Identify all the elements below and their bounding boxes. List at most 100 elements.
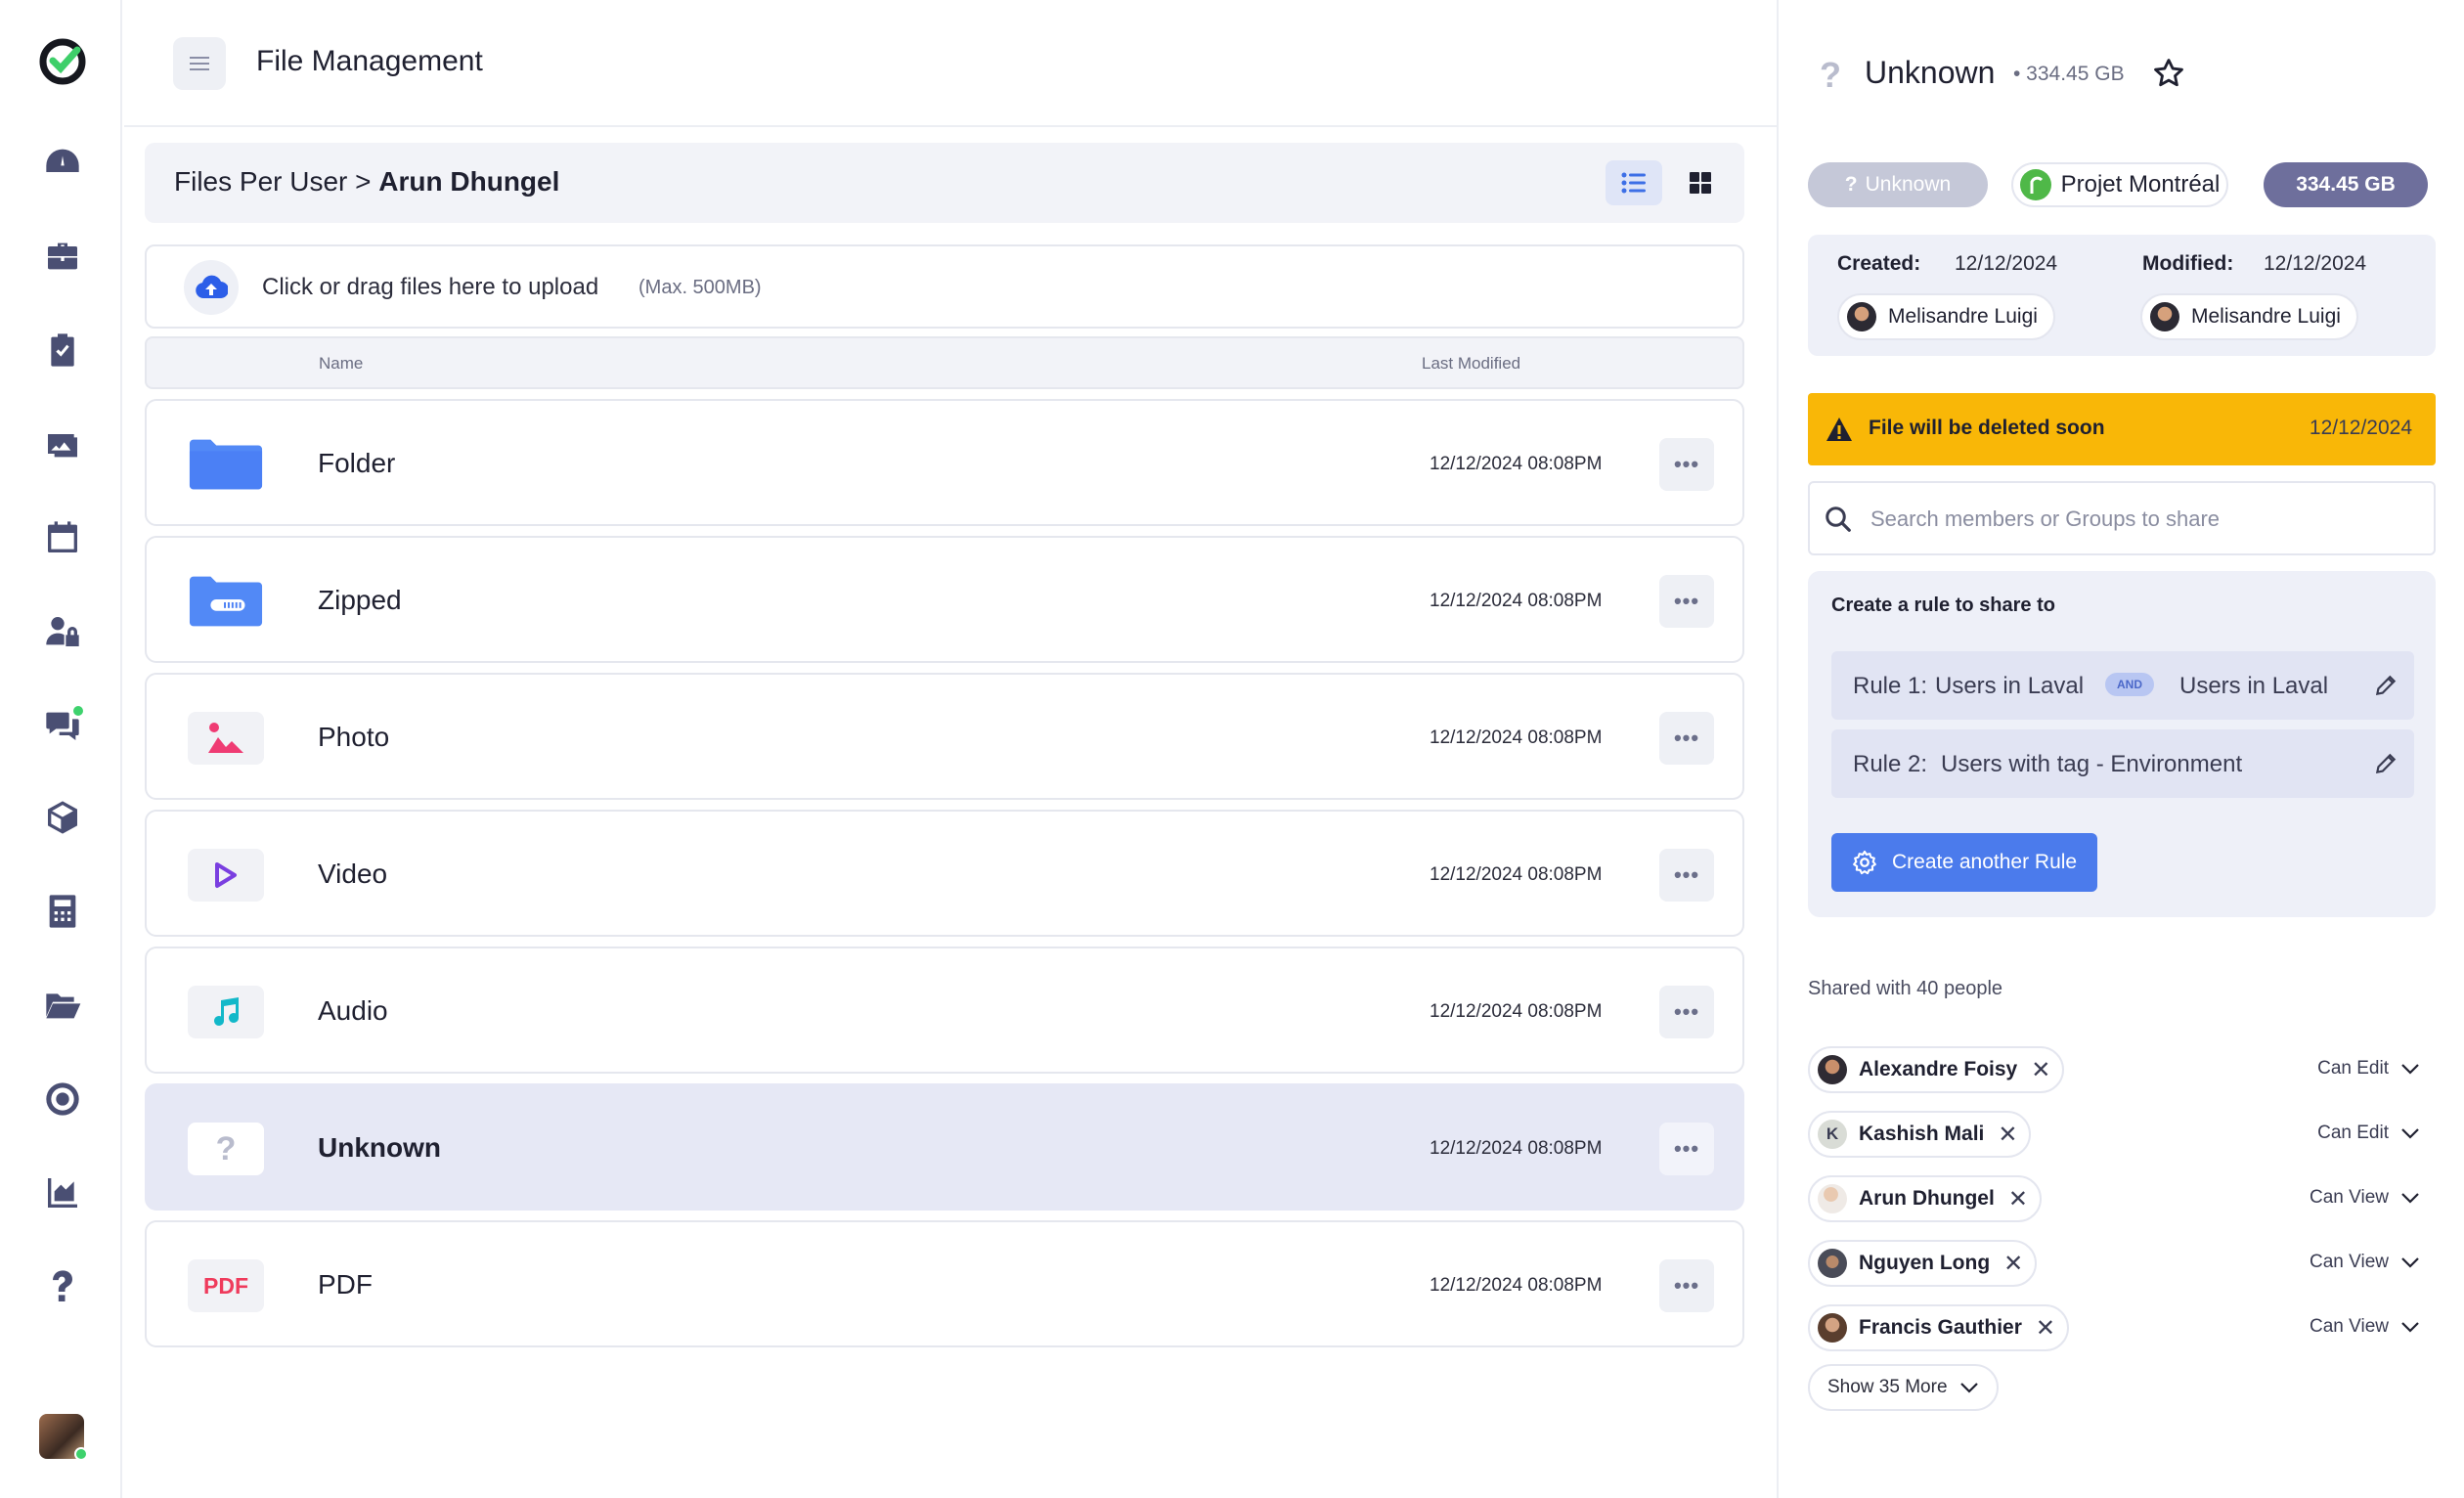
permission-dropdown[interactable]: Can View [2310,1252,2420,1273]
briefcase-icon[interactable] [39,233,86,280]
box-icon[interactable] [39,794,86,841]
details-size: • 334.45 GB [2013,63,2125,85]
remove-icon[interactable]: ✕ [1998,1121,2017,1149]
file-row[interactable]: Video 12/12/2024 08:08PM ••• [145,810,1744,937]
pencil-icon[interactable] [2373,673,2398,698]
permission-dropdown[interactable]: Can Edit [2317,1123,2420,1144]
remove-icon[interactable]: ✕ [2036,1314,2055,1343]
avatar [1818,1313,1847,1343]
column-name-header[interactable]: Name [319,354,363,374]
clipboard-check-icon[interactable] [39,327,86,374]
user-lock-icon[interactable] [39,608,86,655]
permission-dropdown[interactable]: Can View [2310,1187,2420,1209]
avatar-initial: K [1818,1120,1847,1149]
shared-member-row: Nguyen Long ✕ Can View [1808,1240,2436,1287]
gallery-icon[interactable] [39,420,86,467]
member-chip[interactable]: Nguyen Long ✕ [1808,1240,2038,1287]
more-options-button[interactable]: ••• [1659,986,1714,1038]
deletion-warning-banner: File will be deleted soon 12/12/2024 [1808,393,2436,465]
more-options-button[interactable]: ••• [1659,1259,1714,1312]
file-row[interactable]: Zipped 12/12/2024 08:08PM ••• [145,536,1744,663]
file-modified-date: 12/12/2024 08:08PM [1430,1275,1603,1296]
breadcrumb: Files Per User > Arun Dhungel [145,143,1744,223]
file-row[interactable]: Audio 12/12/2024 08:08PM ••• [145,947,1744,1074]
star-icon[interactable] [2152,57,2185,95]
chevron-down-icon [2401,1064,2419,1075]
chevron-down-icon [2401,1257,2419,1268]
target-icon[interactable] [39,1076,86,1123]
column-last-modified-header[interactable]: Last Modified [1422,354,1520,374]
file-name: PDF [318,1269,373,1300]
rule-row-2[interactable]: Rule 2: Users with tag - Environment [1831,729,2414,798]
image-icon [188,712,264,765]
rule-label: Rule 2: [1853,751,1928,777]
warning-text: File will be deleted soon [1869,417,2105,439]
created-date: 12/12/2024 [1955,252,2058,275]
file-modified-date: 12/12/2024 08:08PM [1430,864,1603,885]
remove-icon[interactable]: ✕ [2003,1250,2023,1278]
share-search-input[interactable]: Search members or Groups to share [1808,481,2436,555]
list-icon [1621,172,1646,194]
app-logo[interactable] [38,37,87,86]
more-options-button[interactable]: ••• [1659,1123,1714,1175]
upload-dropzone[interactable]: Click or drag files here to upload (Max.… [145,244,1744,329]
online-indicator [74,1447,88,1461]
chart-icon[interactable] [39,1169,86,1216]
project-chip[interactable]: Projet Montréal [2011,162,2228,207]
cloud-upload-icon [184,260,239,315]
rule-label: Rule 1: [1853,673,1928,699]
breadcrumb-parent[interactable]: Files Per User > [174,166,372,197]
folder-open-icon[interactable] [39,982,86,1029]
more-options-button[interactable]: ••• [1659,849,1714,902]
file-row-selected[interactable]: ? Unknown 12/12/2024 08:08PM ••• [145,1083,1744,1211]
rule-row-1[interactable]: Rule 1: Users in Laval AND Users in Lava… [1831,651,2414,720]
file-row[interactable]: Folder 12/12/2024 08:08PM ••• [145,399,1744,526]
more-options-button[interactable]: ••• [1659,712,1714,765]
calculator-icon[interactable] [39,888,86,935]
grid-icon [1690,172,1711,194]
pencil-icon[interactable] [2373,751,2398,776]
shared-count: Shared with 40 people [1808,978,2003,999]
project-logo-icon [2019,169,2051,200]
more-options-button[interactable]: ••• [1659,438,1714,491]
modified-date: 12/12/2024 [2264,252,2367,275]
top-header: File Management [124,0,1777,127]
created-by-chip[interactable]: Melisandre Luigi [1837,293,2055,340]
calendar-icon[interactable] [39,514,86,561]
member-chip[interactable]: Arun Dhungel ✕ [1808,1175,2042,1222]
pdf-icon: PDF [188,1259,264,1312]
create-rule-button[interactable]: Create another Rule [1831,833,2097,892]
modified-label: Modified: [2142,252,2234,275]
permission-dropdown[interactable]: Can Edit [2317,1058,2420,1079]
warning-icon [1826,418,1852,441]
file-row[interactable]: Photo 12/12/2024 08:08PM ••• [145,673,1744,800]
dashboard-icon[interactable] [39,139,86,186]
permission-dropdown[interactable]: Can View [2310,1316,2420,1338]
avatar [1818,1184,1847,1213]
remove-icon[interactable]: ✕ [2031,1056,2050,1084]
member-chip[interactable]: K Kashish Mali ✕ [1808,1111,2032,1158]
remove-icon[interactable]: ✕ [2008,1185,2028,1213]
type-chip: ? Unknown [1808,162,1988,207]
chevron-down-icon [2401,1322,2419,1333]
more-options-button[interactable]: ••• [1659,575,1714,628]
show-more-button[interactable]: Show 35 More [1808,1364,1999,1411]
file-details-panel: ? Unknown • 334.45 GB ? Unknown Projet Mo… [1777,0,2464,1498]
rule-condition: Users in Laval [2179,673,2329,699]
modified-by-chip[interactable]: Melisandre Luigi [2140,293,2358,340]
rule-condition: Users in Laval [1935,673,2085,699]
file-row[interactable]: PDF PDF 12/12/2024 08:08PM ••• [145,1220,1744,1347]
play-icon [188,849,264,902]
warning-date: 12/12/2024 [2309,417,2412,439]
folder-icon [188,438,264,491]
member-chip[interactable]: Francis Gauthier ✕ [1808,1304,2069,1351]
file-name: Photo [318,722,390,752]
menu-toggle-button[interactable] [173,37,226,90]
grid-view-button[interactable] [1672,160,1729,205]
hamburger-icon [190,57,209,70]
rule-condition: Users with tag - Environment [1941,751,2243,777]
file-name: Zipped [318,585,402,615]
list-view-button[interactable] [1606,160,1662,205]
member-chip[interactable]: Alexandre Foisy ✕ [1808,1046,2065,1093]
help-icon[interactable] [39,1263,86,1310]
